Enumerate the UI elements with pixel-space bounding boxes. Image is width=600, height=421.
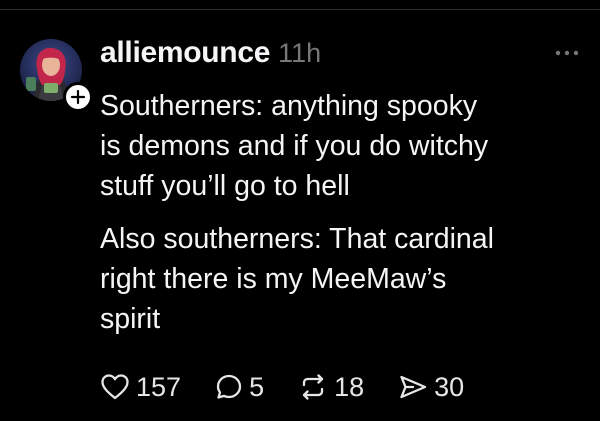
plus-icon: [70, 89, 86, 105]
top-divider: [0, 9, 600, 10]
ellipsis-icon: [555, 50, 579, 56]
post-line: Also southerners: That cardinal: [100, 223, 494, 255]
post-line: is demons and if you do witchy: [100, 130, 489, 162]
follow-button[interactable]: [63, 82, 93, 112]
post-paragraph: Also southerners: That cardinal right th…: [100, 219, 590, 339]
post-line: Southerners: anything spooky: [100, 90, 478, 122]
post-actions: 157 5 18 30: [100, 365, 464, 409]
repost-icon: [302, 374, 324, 400]
repost-button[interactable]: 18: [298, 372, 364, 403]
post-header: alliemounce 11h: [100, 36, 321, 70]
post-line: right there is my MeeMaw’s: [100, 263, 447, 295]
like-button[interactable]: 157: [100, 372, 181, 403]
repost-count: 18: [334, 371, 365, 402]
like-count: 157: [136, 371, 182, 402]
author-username[interactable]: alliemounce: [100, 36, 270, 70]
post-line: spirit: [100, 303, 161, 335]
post-line: stuff you’ll go to hell: [100, 170, 350, 202]
reply-button[interactable]: 5: [215, 372, 264, 403]
send-icon: [400, 375, 427, 399]
heart-icon: [101, 374, 129, 400]
post-body: Southerners: anything spooky is demons a…: [100, 86, 590, 339]
reply-count: 5: [249, 371, 265, 402]
more-options-button[interactable]: [554, 46, 580, 60]
avatar-container[interactable]: [20, 39, 93, 112]
share-count: 30: [434, 371, 465, 402]
post-paragraph: Southerners: anything spooky is demons a…: [100, 86, 590, 206]
share-button[interactable]: 30: [398, 372, 464, 403]
comment-icon: [216, 374, 242, 399]
post-timestamp: 11h: [278, 38, 322, 68]
